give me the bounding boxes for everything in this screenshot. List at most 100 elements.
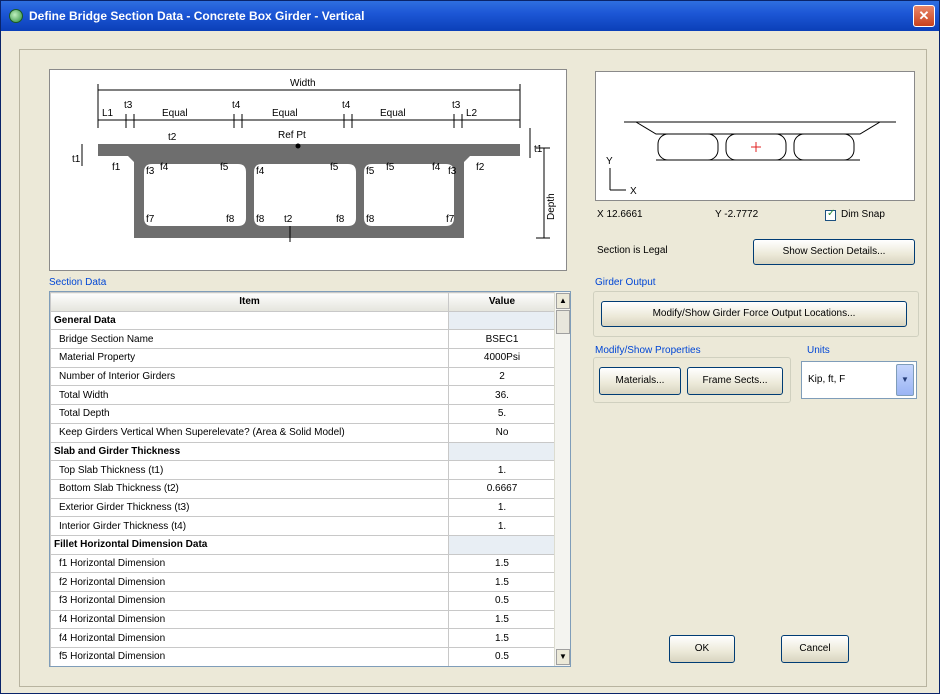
close-button[interactable]: ✕ <box>913 5 935 27</box>
label-f5-3: f5 <box>366 166 375 177</box>
row-value-cell[interactable]: 0.5 <box>448 591 556 611</box>
table-row[interactable]: f4 Horizontal Dimension 1.5 <box>50 628 556 649</box>
dim-snap-checkbox[interactable] <box>825 208 836 221</box>
row-item-label: General Data <box>50 310 449 331</box>
label-f7-right: f7 <box>446 214 455 225</box>
row-value-cell[interactable]: No <box>448 422 556 443</box>
table-row[interactable]: f1 Horizontal Dimension 1.5 <box>50 553 556 574</box>
properties-heading: Modify/Show Properties <box>595 345 701 356</box>
row-item-label: Total Depth <box>50 404 449 424</box>
row-value-cell[interactable]: 1.5 <box>448 628 556 649</box>
label-width: Width <box>290 78 316 89</box>
preview-svg: Y X <box>606 121 896 197</box>
label-t4-right: t4 <box>342 100 351 111</box>
section-diagram-svg: Width L1 t3 Equal t4 Equal t4 Equal t3 L… <box>72 78 557 242</box>
label-f8-3: f8 <box>336 214 345 225</box>
column-header-item[interactable]: Item <box>50 292 449 312</box>
row-value-cell[interactable]: 4000Psi <box>448 348 556 368</box>
row-item-label: Material Property <box>50 348 449 368</box>
show-section-details-button[interactable]: Show Section Details... <box>753 239 915 265</box>
materials-button[interactable]: Materials... <box>599 367 681 395</box>
row-item-label: Total Width <box>50 385 449 406</box>
section-data-table: Item Value General Data Bridge Section Na… <box>50 292 556 666</box>
row-value-cell[interactable]: 5. <box>448 404 556 424</box>
row-value-cell[interactable]: 1.5 <box>448 572 556 592</box>
scroll-up-arrow-icon[interactable]: ▲ <box>556 293 570 309</box>
table-row[interactable]: Bridge Section Name BSEC1 <box>50 329 556 350</box>
row-item-label: Exterior Girder Thickness (t3) <box>50 497 449 518</box>
table-row[interactable]: f2 Horizontal Dimension 1.5 <box>50 572 556 592</box>
axis-x-label: X <box>630 186 637 197</box>
section-preview[interactable]: Y X <box>595 71 915 201</box>
row-value-cell[interactable]: BSEC1 <box>448 329 556 350</box>
units-value: Kip, ft, F <box>808 374 846 385</box>
row-item-label: f2 Horizontal Dimension <box>50 572 449 592</box>
table-row[interactable]: Bottom Slab Thickness (t2) 0.6667 <box>50 478 556 499</box>
label-t3-left: t3 <box>124 100 133 111</box>
section-data-grid[interactable]: Item Value General Data Bridge Section Na… <box>49 291 571 667</box>
units-select[interactable]: Kip, ft, F ▼ <box>801 361 917 399</box>
table-row[interactable]: f4 Horizontal Dimension 1.5 <box>50 609 556 630</box>
label-f7-left: f7 <box>146 214 155 225</box>
row-item-label: Fillet Horizontal Dimension Data <box>50 534 449 555</box>
units-heading: Units <box>807 345 830 356</box>
dim-snap-label: Dim Snap <box>841 209 885 220</box>
label-equal-3: Equal <box>380 108 406 119</box>
table-row[interactable]: Top Slab Thickness (t1) 1. <box>50 460 556 480</box>
row-value-cell[interactable]: 36. <box>448 385 556 406</box>
table-row[interactable]: f3 Horizontal Dimension 0.5 <box>50 591 556 611</box>
label-t1-left: t1 <box>72 154 81 165</box>
row-value-cell[interactable]: 0.6667 <box>448 478 556 499</box>
column-header-value[interactable]: Value <box>448 292 556 312</box>
table-row[interactable]: Interior Girder Thickness (t4) 1. <box>50 516 556 536</box>
girder-output-heading: Girder Output <box>595 277 656 288</box>
row-value-cell[interactable]: 0.5 <box>448 647 556 666</box>
label-f3-right: f3 <box>448 166 457 177</box>
row-value-cell <box>448 310 556 331</box>
label-f8-4: f8 <box>366 214 375 225</box>
table-group-row[interactable]: Slab and Girder Thickness <box>50 441 556 462</box>
row-value-cell[interactable]: 2 <box>448 366 556 387</box>
table-row[interactable]: Number of Interior Girders 2 <box>50 366 556 387</box>
table-group-row[interactable]: General Data <box>50 310 556 331</box>
label-l2: L2 <box>466 108 478 119</box>
row-item-label: Bottom Slab Thickness (t2) <box>50 478 449 499</box>
scroll-down-arrow-icon[interactable]: ▼ <box>556 649 570 665</box>
cell-3 <box>364 164 454 226</box>
row-item-label: Slab and Girder Thickness <box>50 441 449 462</box>
table-row[interactable]: f5 Horizontal Dimension 0.5 <box>50 647 556 666</box>
table-row[interactable]: Total Depth 5. <box>50 404 556 424</box>
grid-vertical-scrollbar[interactable]: ▲ ▼ <box>554 292 570 666</box>
label-f5-1: f5 <box>220 162 229 173</box>
title-bar[interactable]: Define Bridge Section Data - Concrete Bo… <box>1 1 939 31</box>
axis-y-label: Y <box>606 156 613 167</box>
row-item-label: f3 Horizontal Dimension <box>50 591 449 611</box>
section-data-heading: Section Data <box>49 277 107 288</box>
row-item-label: Bridge Section Name <box>50 329 449 350</box>
dialog-window: Define Bridge Section Data - Concrete Bo… <box>0 0 940 694</box>
row-item-label: f4 Horizontal Dimension <box>50 609 449 630</box>
scroll-thumb[interactable] <box>556 310 570 334</box>
table-row[interactable]: Total Width 36. <box>50 385 556 406</box>
y-coordinate: Y -2.7772 <box>715 209 759 220</box>
row-item-label: f5 Horizontal Dimension <box>50 647 449 666</box>
label-t2-bottom: t2 <box>284 214 293 225</box>
table-group-row[interactable]: Fillet Horizontal Dimension Data <box>50 534 556 555</box>
frame-sects-button[interactable]: Frame Sects... <box>687 367 783 395</box>
chevron-down-icon[interactable]: ▼ <box>896 364 914 396</box>
row-value-cell[interactable]: 1.5 <box>448 553 556 574</box>
modify-girder-output-button[interactable]: Modify/Show Girder Force Output Location… <box>601 301 907 327</box>
row-value-cell[interactable]: 1. <box>448 497 556 518</box>
row-value-cell[interactable]: 1. <box>448 460 556 480</box>
label-f2: f2 <box>476 162 485 173</box>
table-row[interactable]: Keep Girders Vertical When Superelevate?… <box>50 422 556 443</box>
table-row[interactable]: Exterior Girder Thickness (t3) 1. <box>50 497 556 518</box>
label-equal-2: Equal <box>272 108 298 119</box>
label-ref-pt: Ref Pt <box>278 130 306 141</box>
row-value-cell[interactable]: 1.5 <box>448 609 556 630</box>
cancel-button[interactable]: Cancel <box>781 635 849 663</box>
row-value-cell[interactable]: 1. <box>448 516 556 536</box>
ok-button[interactable]: OK <box>669 635 735 663</box>
table-row[interactable]: Material Property 4000Psi <box>50 348 556 368</box>
label-f4-1: f4 <box>160 162 169 173</box>
